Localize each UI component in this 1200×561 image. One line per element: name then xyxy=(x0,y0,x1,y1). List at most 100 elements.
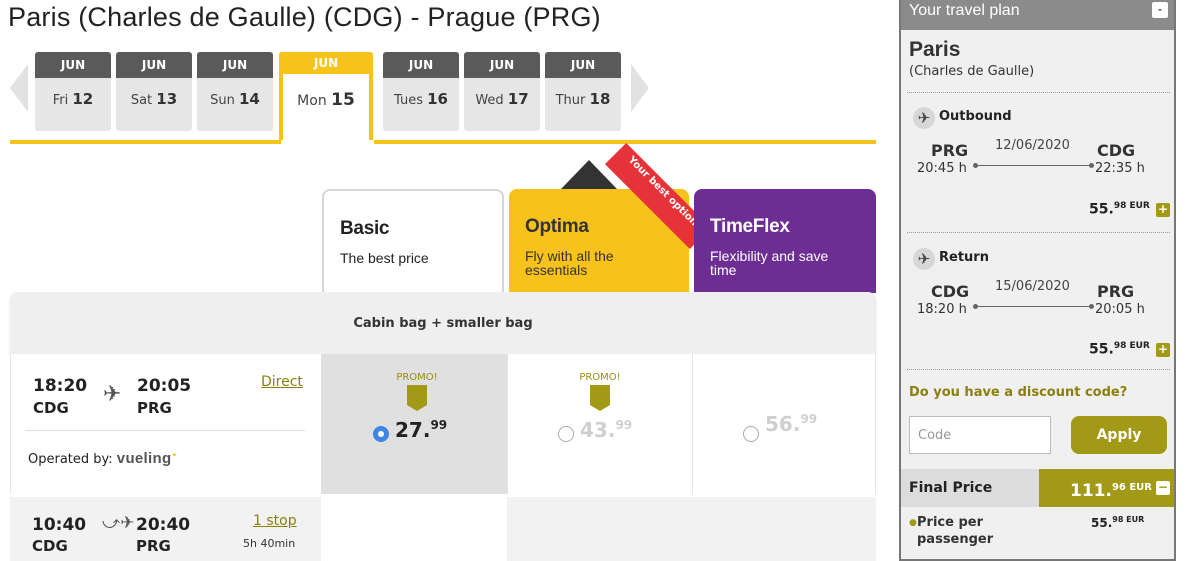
route-dot xyxy=(1089,304,1094,309)
date-day: 17 xyxy=(507,90,529,108)
outbound-expand-plus-icon[interactable]: + xyxy=(1156,203,1170,217)
fare-name: Optima xyxy=(525,216,589,237)
carrier-logo-dot-icon: • xyxy=(171,450,178,461)
outbound-plane-icon: ✈ xyxy=(913,107,935,129)
fare-radio-basic[interactable] xyxy=(373,426,389,442)
arrival-time: 20:05 xyxy=(137,376,192,396)
direct-flight-link[interactable]: Direct xyxy=(261,374,303,390)
date-tab-tues-16[interactable]: JUN Tues 16 xyxy=(383,52,459,131)
selected-date-underline-left xyxy=(10,140,281,144)
discount-code-input[interactable] xyxy=(909,416,1051,454)
next-dates-arrow-icon[interactable] xyxy=(631,64,649,112)
fare-radio-timeflex[interactable] xyxy=(743,426,759,442)
operated-by-label: Operated by: xyxy=(28,452,113,467)
minimize-icon[interactable]: - xyxy=(1152,2,1168,18)
flight-duration: 5h 40min xyxy=(243,537,296,550)
price-cell-timeflex[interactable]: 56.99 xyxy=(692,354,876,494)
carrier-logo: vueling xyxy=(116,450,172,467)
price-per-passenger-value: 55.98 EUR xyxy=(1091,515,1145,530)
fare-radio-optima[interactable] xyxy=(558,426,574,442)
date-month: JUN xyxy=(545,52,621,78)
date-tab-sun-14[interactable]: JUN Sun 14 xyxy=(197,52,273,131)
date-tab-fri-12[interactable]: JUN Fri 12 xyxy=(35,52,111,131)
date-month: JUN xyxy=(283,56,369,74)
date-weekday: Mon xyxy=(297,93,327,109)
date-tab-thur-18[interactable]: JUN Thur 18 xyxy=(545,52,621,131)
discount-question: Do you have a discount code? xyxy=(909,385,1128,400)
date-month: JUN xyxy=(116,52,192,78)
price-cell-basic[interactable]: PROMO! 27.99 xyxy=(321,354,507,494)
price-cell-timeflex-row2[interactable] xyxy=(692,497,876,561)
final-price-value: 111.96 EUR − xyxy=(1039,469,1174,507)
return-from-code: CDG xyxy=(931,282,970,301)
date-day: 16 xyxy=(427,90,448,108)
date-month: JUN xyxy=(383,52,459,78)
fare-name: Basic xyxy=(340,218,390,239)
price-cell-basic-row2[interactable] xyxy=(321,497,507,561)
date-day: 15 xyxy=(331,90,355,110)
outbound-label: Outbound xyxy=(939,109,1012,124)
return-expand-plus-icon[interactable]: + xyxy=(1156,343,1170,357)
price-basic: 27.99 xyxy=(395,418,448,442)
outbound-date: 12/06/2020 xyxy=(995,138,1070,153)
prev-dates-arrow-icon[interactable] xyxy=(10,64,28,112)
return-to-code: PRG xyxy=(1097,282,1135,301)
route-line xyxy=(976,306,1090,307)
travel-plan-title: Your travel plan xyxy=(909,2,1020,19)
date-tab-mon-15-selected[interactable]: JUN Mon 15 xyxy=(279,52,373,140)
apply-button[interactable]: Apply xyxy=(1071,416,1167,454)
price-cell-optima[interactable]: PROMO! 43.99 xyxy=(507,354,692,494)
promo-flag-icon xyxy=(590,385,610,411)
route-title: Paris (Charles de Gaulle) (CDG) - Prague… xyxy=(8,2,601,32)
departure-time: 18:20 xyxy=(33,376,88,396)
final-price-label: Final Price xyxy=(909,480,993,496)
route-line xyxy=(976,165,1090,166)
promo-label: PROMO! xyxy=(396,372,438,383)
flight-row-1[interactable]: 18:20 CDG ✈ 20:05 PRG Direct Operated by… xyxy=(10,354,321,494)
connecting-flight-icon: ⤻✈ xyxy=(102,513,135,533)
stops-link[interactable]: 1 stop xyxy=(253,513,297,529)
fare-desc: The best price xyxy=(340,250,429,266)
price-cell-optima-row2[interactable] xyxy=(507,497,692,561)
price-per-passenger-label: Price per passenger xyxy=(917,515,994,547)
date-weekday: Sun xyxy=(210,93,235,108)
outbound-to-time: 22:35 h xyxy=(1095,161,1145,176)
arrival-code: PRG xyxy=(137,399,172,417)
date-weekday: Fri xyxy=(52,93,69,108)
departure-code: CDG xyxy=(33,399,69,417)
date-month: JUN xyxy=(464,52,540,78)
departure-code: CDG xyxy=(32,537,68,555)
separator xyxy=(907,92,1170,93)
date-day: 18 xyxy=(589,90,611,108)
promo-flag-icon xyxy=(407,385,427,411)
fare-header-timeflex[interactable]: TimeFlex Flexibility and save time xyxy=(694,189,876,293)
destination-airport: (Charles de Gaulle) xyxy=(909,64,1035,79)
date-day: 12 xyxy=(72,90,94,108)
bag-info-bar: Cabin bag + smaller bag xyxy=(10,292,876,354)
date-weekday: Thur xyxy=(555,93,586,108)
return-date: 15/06/2020 xyxy=(995,279,1070,294)
date-tab-sat-13[interactable]: JUN Sat 13 xyxy=(116,52,192,131)
outbound-to-code: CDG xyxy=(1097,141,1136,160)
route-dot xyxy=(1089,163,1094,168)
collapse-minus-icon[interactable]: − xyxy=(1156,481,1170,495)
fare-desc: Fly with all the essentials xyxy=(525,248,614,278)
return-to-time: 20:05 h xyxy=(1095,302,1145,317)
outbound-price: 55.98 EUR xyxy=(1089,201,1150,218)
flight-row-2[interactable]: 10:40 CDG ⤻✈ 20:40 PRG 1 stop 5h 40min xyxy=(10,497,321,561)
fare-header-basic[interactable]: Basic The best price xyxy=(322,189,504,293)
travel-plan-sidebar: Your travel plan - Paris (Charles de Gau… xyxy=(899,0,1176,561)
departure-time: 10:40 xyxy=(32,515,87,535)
date-weekday: Sat xyxy=(130,93,153,108)
plane-icon: ✈ xyxy=(103,382,122,407)
promo-label: PROMO! xyxy=(579,372,621,383)
return-from-time: 18:20 h xyxy=(917,302,967,317)
row-divider xyxy=(25,430,305,431)
date-month: JUN xyxy=(35,52,111,78)
date-tab-wed-17[interactable]: JUN Wed 17 xyxy=(464,52,540,131)
return-label: Return xyxy=(939,250,989,265)
separator xyxy=(907,369,1170,370)
date-day: 14 xyxy=(239,90,260,108)
bullet-icon: ● xyxy=(909,518,917,528)
destination-city: Paris xyxy=(909,38,961,61)
